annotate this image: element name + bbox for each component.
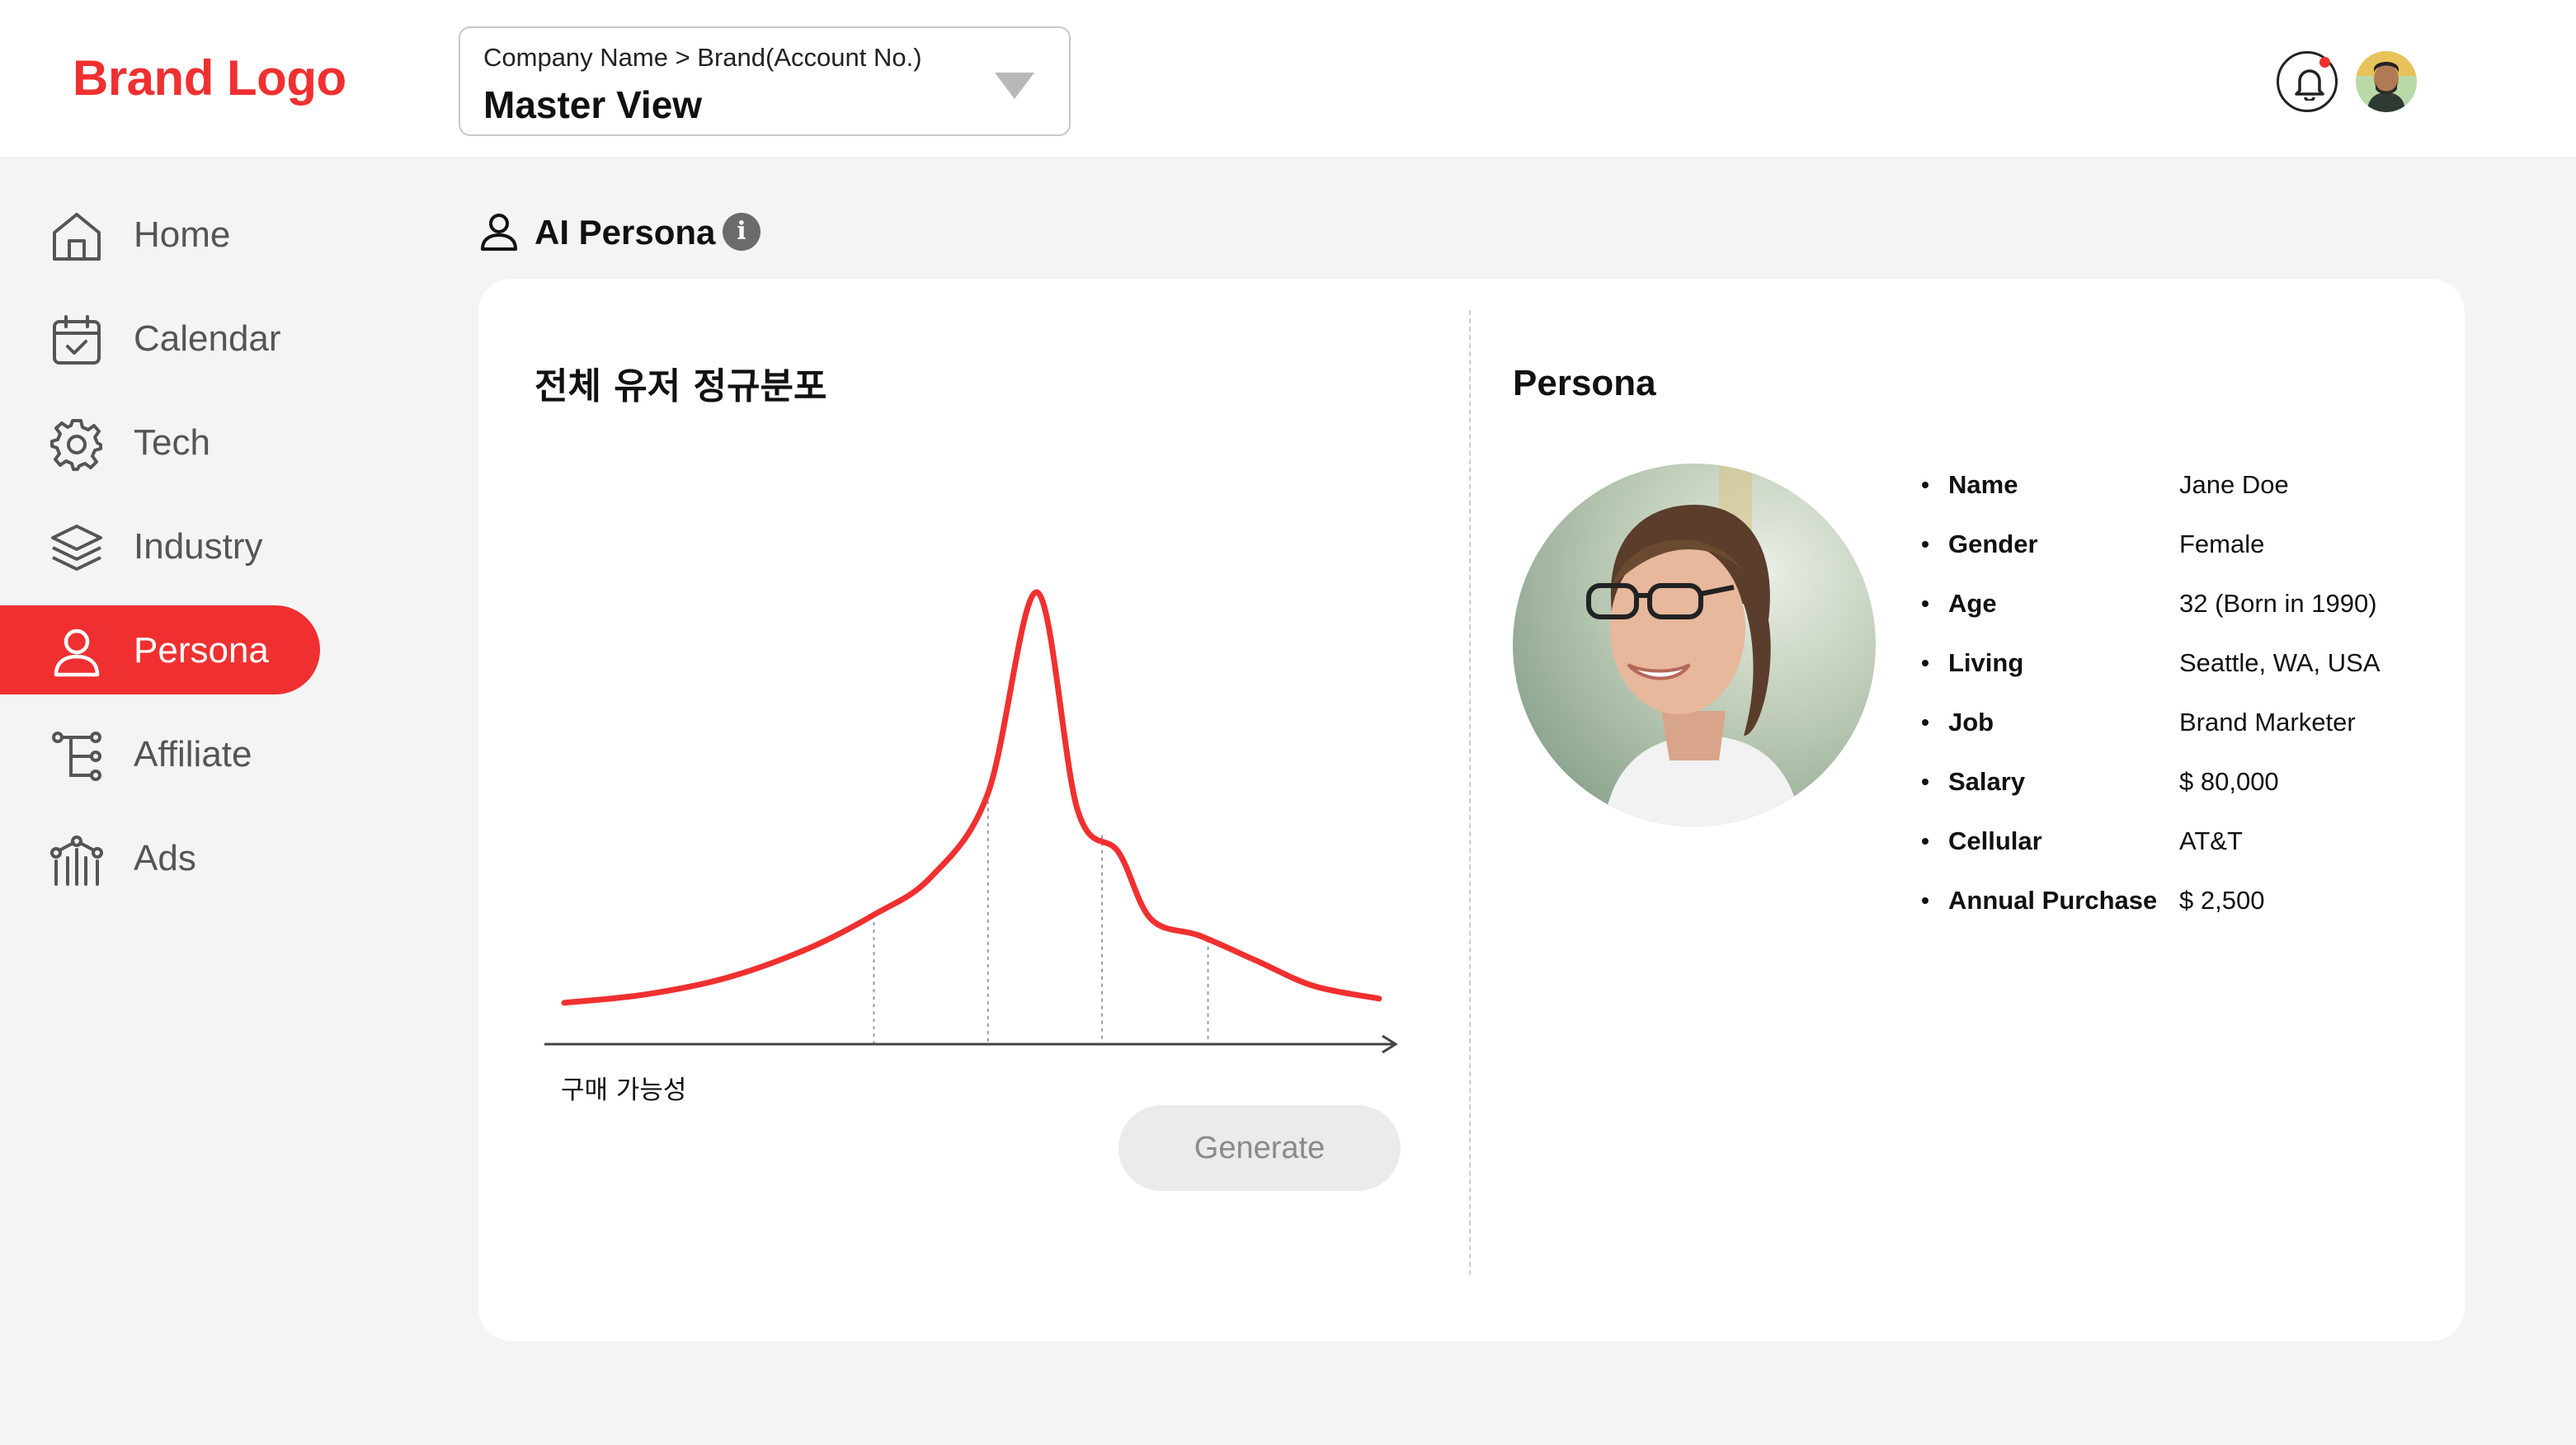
- bullet: [1922, 897, 1928, 904]
- attribute-value: Brand Marketer: [2179, 708, 2356, 737]
- bullet: [1922, 541, 1928, 548]
- attribute-value: AT&T: [2179, 826, 2243, 855]
- attribute-row: Annual Purchase $ 2,500: [1922, 886, 2466, 927]
- bullet: [1922, 600, 1928, 607]
- attribute-key: Age: [1948, 589, 1997, 618]
- bullet: [1922, 838, 1928, 845]
- attribute-key: Name: [1948, 470, 2018, 499]
- attribute-row: Job Brand Marketer: [1922, 708, 2466, 749]
- generate-button[interactable]: Generate: [1118, 1105, 1401, 1191]
- attribute-key: Living: [1948, 648, 2024, 677]
- attribute-value: $ 80,000: [2179, 767, 2279, 796]
- attribute-value: Jane Doe: [2179, 470, 2289, 499]
- attribute-row: Name Jane Doe: [1922, 470, 2466, 511]
- attribute-value: Seattle, WA, USA: [2179, 648, 2381, 677]
- attribute-row: Age 32 (Born in 1990): [1922, 589, 2466, 630]
- attribute-key: Gender: [1948, 530, 2038, 558]
- attribute-value: $ 2,500: [2179, 886, 2265, 915]
- bullet: [1922, 482, 1928, 488]
- series-line: [561, 589, 1382, 1006]
- persona-title: Persona: [1513, 363, 1656, 403]
- attribute-key: Annual Purchase: [1948, 886, 2158, 915]
- attribute-key: Salary: [1948, 767, 2026, 796]
- persona-photo: [1513, 464, 1876, 826]
- attribute-value: 32 (Born in 1990): [2179, 589, 2377, 618]
- x-axis-label: 구매 가능성: [561, 1076, 687, 1105]
- bullet: [1922, 719, 1928, 726]
- attribute-row: Gender Female: [1922, 530, 2466, 571]
- attribute-key: Job: [1948, 708, 1994, 737]
- attribute-row: Cellular AT&T: [1922, 826, 2466, 868]
- attribute-row: Living Seattle, WA, USA: [1922, 648, 2466, 690]
- bullet: [1922, 779, 1928, 785]
- attribute-key: Cellular: [1948, 826, 2042, 855]
- bullet: [1922, 660, 1928, 666]
- attribute-row: Salary $ 80,000: [1922, 767, 2466, 808]
- attribute-value: Female: [2179, 530, 2265, 558]
